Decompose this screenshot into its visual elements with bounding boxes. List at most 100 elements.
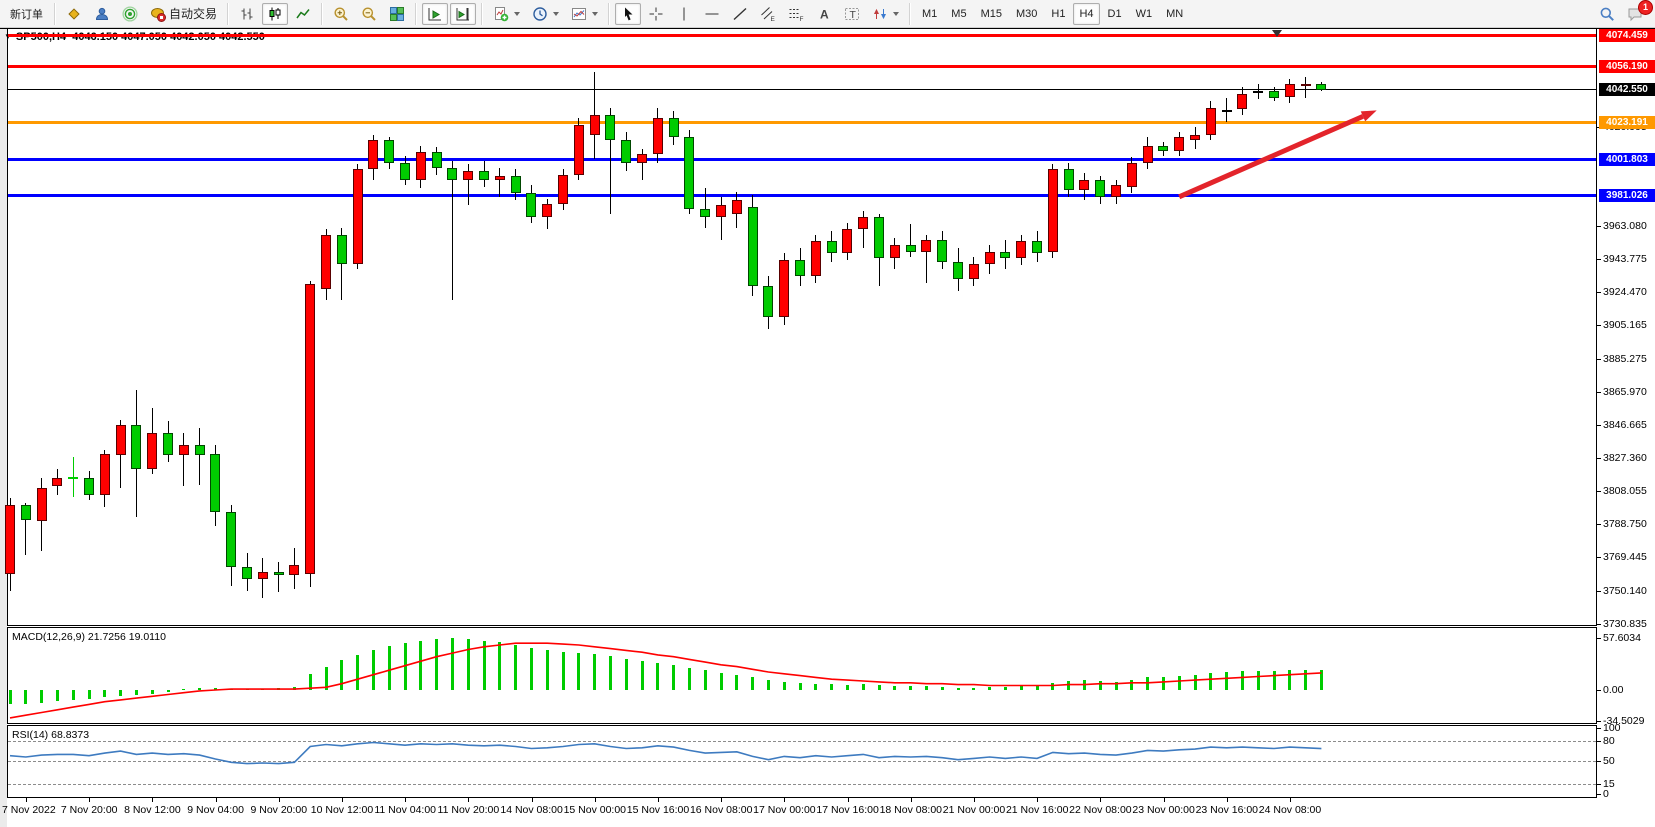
trendline-button[interactable]	[727, 3, 753, 25]
time-axis-tick	[974, 798, 975, 802]
price-axis-tick	[1597, 524, 1601, 525]
macd-histogram-bar	[941, 687, 944, 690]
macd-histogram-bar	[641, 661, 644, 690]
zoom-in-button[interactable]	[328, 3, 354, 25]
timeframe-h1[interactable]: H1	[1045, 3, 1071, 25]
dropdown-caret-icon[interactable]	[514, 12, 520, 16]
notifications-button[interactable]: 1	[1622, 3, 1648, 25]
new-order-button-label: 新订单	[10, 6, 43, 22]
candle-body	[52, 478, 62, 487]
candle-body	[416, 152, 426, 179]
horizontal-line-4001.803[interactable]	[8, 158, 1596, 161]
label-button[interactable]: T	[839, 3, 865, 25]
horizontal-line-4074.459[interactable]	[8, 34, 1596, 37]
price-tag-3981.026: 3981.026	[1599, 189, 1655, 202]
new-order-button[interactable]: 新订单	[4, 3, 49, 25]
candle-body	[1269, 91, 1279, 98]
timeframe-h1-label: H1	[1051, 8, 1065, 20]
candle-body	[495, 176, 505, 179]
signals-icon-button[interactable]	[117, 3, 143, 25]
candle-body	[353, 169, 363, 263]
rsi-axis-label: 50	[1603, 755, 1615, 767]
arrow-objects-icon	[872, 6, 888, 22]
macd-histogram-bar	[814, 684, 817, 690]
timeframe-m30[interactable]: M30	[1010, 3, 1043, 25]
candle-body	[258, 572, 268, 579]
candle-body	[590, 115, 600, 136]
timeframe-m5[interactable]: M5	[945, 3, 972, 25]
macd-histogram-bar	[593, 654, 596, 690]
time-axis-tick	[1100, 798, 1101, 802]
dropdown-caret-icon[interactable]	[893, 12, 899, 16]
templates-button[interactable]	[566, 3, 603, 25]
candlestick-chart-button[interactable]	[262, 3, 288, 25]
horizontal-line-button[interactable]	[699, 3, 725, 25]
toolbar-separator	[608, 3, 610, 25]
candle-body	[795, 260, 805, 275]
candle-body	[274, 572, 284, 575]
macd-histogram-bar	[720, 673, 723, 690]
dropdown-caret-icon[interactable]	[592, 12, 598, 16]
fibonacci-button[interactable]: F	[783, 3, 809, 25]
macd-histogram-bar	[1304, 670, 1307, 690]
quotes-icon-button[interactable]	[61, 3, 87, 25]
new-chart-button[interactable]	[488, 3, 525, 25]
timeframe-m1[interactable]: M1	[916, 3, 943, 25]
candle-body	[890, 245, 900, 259]
price-axis-tick	[1597, 624, 1601, 625]
candle-body	[1206, 108, 1216, 135]
candle-wick	[199, 428, 200, 485]
horizontal-line-4042.55[interactable]	[8, 89, 1596, 90]
timeframe-mn[interactable]: MN	[1160, 3, 1189, 25]
crosshair-button[interactable]	[643, 3, 669, 25]
autotrading-button[interactable]: 自动交易	[145, 3, 222, 25]
tile-windows-icon	[389, 6, 405, 22]
periods-button[interactable]	[527, 3, 564, 25]
dropdown-caret-icon[interactable]	[553, 12, 559, 16]
line-chart-button[interactable]	[290, 3, 316, 25]
notification-badge: 1	[1638, 0, 1653, 15]
candle-body	[811, 241, 821, 275]
chart-shift-marker-icon[interactable]	[1272, 30, 1282, 37]
cursor-button[interactable]	[615, 3, 641, 25]
text-button[interactable]: A	[811, 3, 837, 25]
equidistant-channel-button[interactable]: E	[755, 3, 781, 25]
macd-histogram-bar	[40, 690, 43, 703]
macd-histogram-bar	[767, 680, 770, 690]
time-axis-label: 24 Nov 08:00	[1250, 804, 1330, 816]
candle-body	[400, 163, 410, 180]
macd-histogram-bar	[1099, 681, 1102, 690]
candle-body	[1237, 94, 1247, 109]
macd-histogram-bar	[609, 656, 612, 690]
vertical-line-button[interactable]	[671, 3, 697, 25]
macd-histogram-bar	[356, 655, 359, 690]
horizontal-line-4056.19[interactable]	[8, 65, 1596, 68]
chart-shift-button[interactable]	[450, 3, 476, 25]
macd-histogram-bar	[1083, 680, 1086, 690]
time-axis-tick	[784, 798, 785, 802]
candle-body	[969, 264, 979, 279]
arrow-objects-button[interactable]	[867, 3, 904, 25]
horizontal-line-4023.191[interactable]	[8, 121, 1596, 124]
candle-body	[1000, 252, 1010, 259]
profile-icon-button[interactable]	[89, 3, 115, 25]
timeframe-d1[interactable]: D1	[1102, 3, 1128, 25]
bar-chart-button[interactable]	[234, 3, 260, 25]
timeframe-w1[interactable]: W1	[1130, 3, 1159, 25]
price-axis-tick	[1597, 325, 1601, 326]
rsi-axis-tick	[1597, 784, 1601, 785]
candle-body	[1095, 180, 1105, 197]
zoom-out-button[interactable]	[356, 3, 382, 25]
macd-histogram-bar	[309, 674, 312, 690]
timeframe-m15[interactable]: M15	[975, 3, 1008, 25]
macd-histogram-bar	[261, 689, 264, 690]
search-button[interactable]	[1594, 3, 1620, 25]
tile-windows-button[interactable]	[384, 3, 410, 25]
time-axis-tick	[1227, 798, 1228, 802]
timeframe-h4[interactable]: H4	[1073, 3, 1099, 25]
candle-body	[637, 154, 647, 163]
auto-scroll-button[interactable]	[422, 3, 448, 25]
horizontal-line-3981.026[interactable]	[8, 194, 1596, 197]
macd-histogram-bar	[514, 645, 517, 690]
candle-body	[195, 445, 205, 455]
